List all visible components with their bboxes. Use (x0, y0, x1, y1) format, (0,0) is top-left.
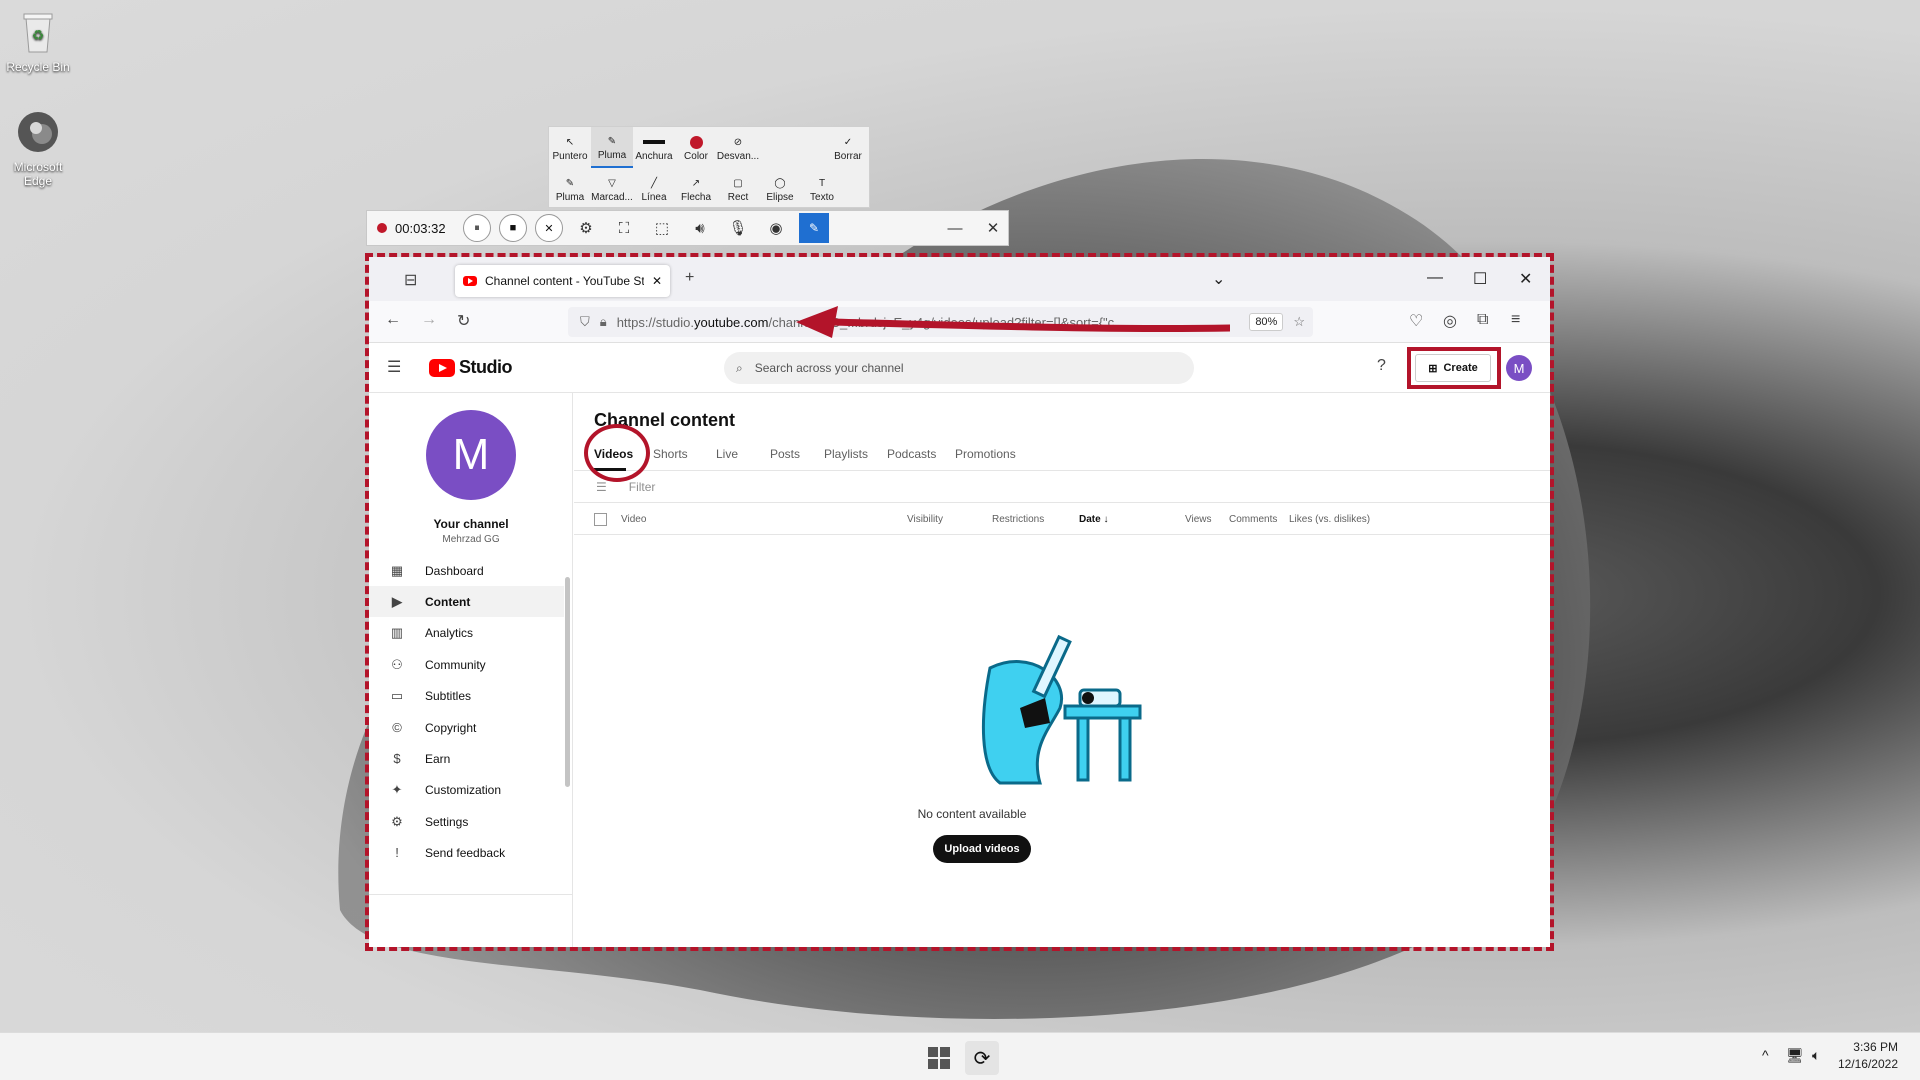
taskbar-app-recorder[interactable]: ⟳ (965, 1041, 999, 1075)
cursor-icon: ↖ (565, 136, 575, 148)
annotation-toolbar: ↖ Puntero ✎ Pluma Anchura Color ⊘ Desvan...… (548, 126, 870, 208)
pen-icon: ✎ (607, 135, 617, 147)
tool-text[interactable]: T Texto (801, 168, 843, 209)
stop-icon: ■ (509, 222, 517, 234)
desktop-icon-label: Recycle Bin (6, 60, 70, 74)
svg-text:♻: ♻ (32, 27, 45, 43)
recording-time: 00:03:32 (395, 220, 446, 236)
line-icon: ╱ (650, 177, 658, 189)
tool-pointer[interactable]: ↖ Puntero (549, 127, 591, 168)
tool-fade[interactable]: ⊘ Desvan... (717, 127, 759, 168)
start-button[interactable] (922, 1041, 956, 1075)
pen-icon: ✎ (808, 221, 820, 235)
tool-color[interactable]: Color (675, 127, 717, 168)
volume-icon[interactable]: 🔈︎ (1812, 1047, 1820, 1064)
tool-ellipse[interactable]: ◯ Elipse (759, 168, 801, 209)
eraser-icon: ✓ (843, 136, 853, 148)
clock-date: 12/16/2022 (1837, 1057, 1898, 1071)
recorder-bar: 00:03:32 ⏸ ■ ✕ ⚙ ⛶ ⬚ 🔊︎ 🎙︎ ◉ ✎ — ✕ (366, 210, 1009, 246)
clock[interactable]: 3:36 PM 12/16/2022 (1838, 1039, 1898, 1073)
desktop-icon-edge[interactable]: Microsoft Edge (0, 108, 76, 188)
tool-width[interactable]: Anchura (633, 127, 675, 168)
pause-icon: ⏸ (474, 221, 480, 234)
annotate-button[interactable]: ✎ (799, 213, 829, 243)
dashed-rect-icon: ⬚ (654, 220, 670, 237)
network-icon[interactable]: 🖥︎ (1786, 1047, 1804, 1064)
desktop-icon-label: Microsoft Edge (13, 160, 63, 188)
region-icon: ⛶ (618, 219, 630, 237)
show-hidden-icons-chevron[interactable]: ^ (1762, 1047, 1769, 1063)
highlighter-icon: ▽ (608, 177, 616, 189)
fade-icon: ⊘ (733, 136, 743, 148)
minimize-icon: — (947, 219, 963, 237)
recording-region-frame (365, 253, 1554, 951)
microphone-button[interactable]: 🎙︎ (723, 214, 753, 242)
edge-icon (14, 108, 62, 156)
microphone-icon: 🎙︎ (728, 220, 748, 237)
tool-line[interactable]: ╱ Línea (633, 168, 675, 209)
speaker-icon: 🔊︎ (695, 219, 705, 237)
stop-button[interactable]: ■ (499, 214, 527, 242)
recorder-app-icon: ⟳ (973, 1047, 991, 1070)
webcam-button[interactable]: ◉ (761, 214, 791, 242)
rectangle-icon: ▢ (733, 177, 743, 189)
gear-icon: ⚙ (579, 220, 593, 237)
tool-arrow[interactable]: ↗ Flecha (675, 168, 717, 209)
pen-icon: ✎ (565, 177, 575, 189)
settings-button[interactable]: ⚙ (571, 214, 601, 242)
arrow-icon: ↗ (691, 177, 701, 189)
clock-time: 3:36 PM (1853, 1040, 1898, 1054)
tool-pen-2[interactable]: ✎ Pluma (549, 168, 591, 209)
speaker-button[interactable]: 🔊︎ (685, 214, 715, 242)
annotation-toolbar-row-2: ✎ Pluma ▽ Marcad... ╱ Línea ↗ Flecha ▢ Rect ◯… (549, 168, 869, 209)
cancel-recording-button[interactable]: ✕ (535, 214, 563, 242)
close-icon: ✕ (544, 222, 554, 235)
pause-button[interactable]: ⏸ (463, 214, 491, 242)
desktop-icon-recycle-bin[interactable]: ♻ Recycle Bin (0, 8, 76, 74)
windows-logo-icon (928, 1047, 950, 1069)
minimize-button[interactable]: — (940, 214, 970, 242)
select-area-button[interactable]: ⬚ (647, 214, 677, 242)
line-width-icon (643, 133, 665, 151)
close-button[interactable]: ✕ (978, 214, 1008, 242)
region-button[interactable]: ⛶ (609, 214, 639, 242)
tool-erase[interactable]: ✓ Borrar (827, 127, 869, 168)
webcam-icon: ◉ (769, 220, 783, 237)
tool-rect[interactable]: ▢ Rect (717, 168, 759, 209)
text-icon: T (818, 177, 826, 189)
recycle-bin-icon: ♻ (14, 8, 62, 56)
tool-pen[interactable]: ✎ Pluma (591, 127, 633, 168)
taskbar: ⟳ ^ 🖥︎ 🔈︎ 3:36 PM 12/16/2022 (0, 1032, 1920, 1080)
annotation-toolbar-row-1: ↖ Puntero ✎ Pluma Anchura Color ⊘ Desvan...… (549, 127, 869, 168)
tool-highlighter[interactable]: ▽ Marcad... (591, 168, 633, 209)
ellipse-icon: ◯ (774, 177, 786, 189)
recording-dot-icon (377, 223, 387, 233)
color-dot-icon (689, 133, 703, 151)
close-icon: ✕ (986, 220, 1000, 237)
